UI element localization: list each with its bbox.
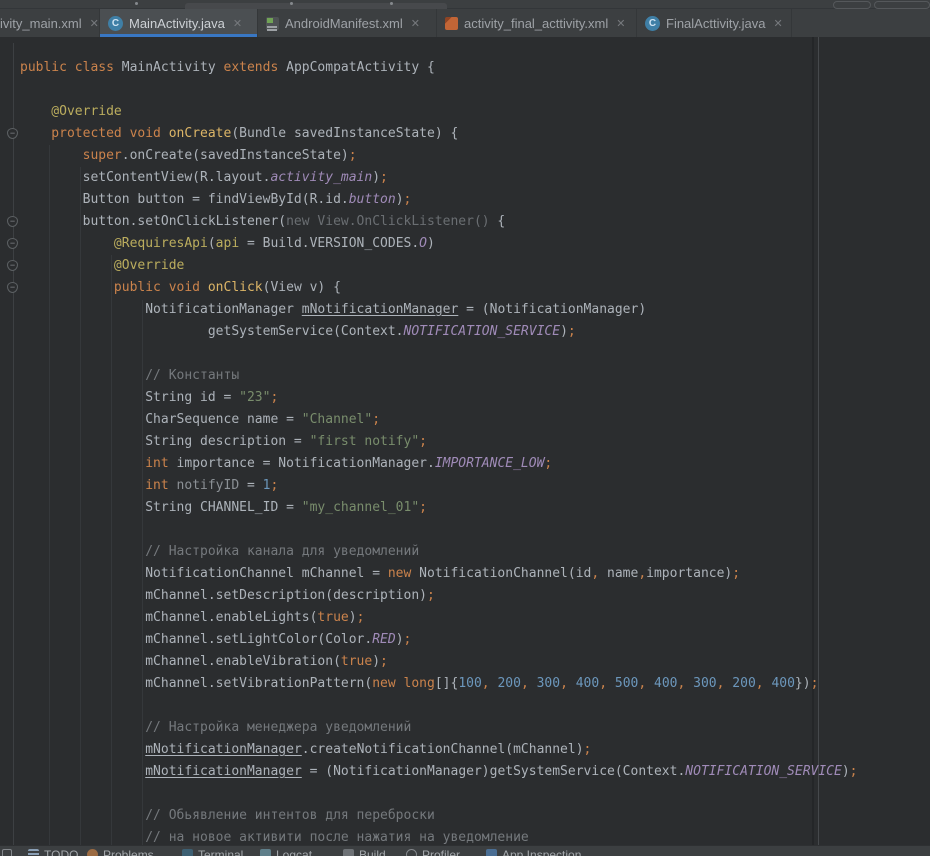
close-icon[interactable]: ✕: [90, 17, 99, 30]
code-line: @Override: [20, 101, 858, 123]
main-toolbar-partial: [0, 0, 930, 9]
code-line: mChannel.setLightColor(Color.RED);: [20, 629, 858, 651]
layout-xml-file-icon: [445, 17, 458, 30]
tab-activity-main-xml[interactable]: ivity_main.xml ✕: [0, 9, 100, 37]
tool-window-bar: TODO Problems Terminal Logcat Build Prof…: [0, 845, 930, 856]
code-editor[interactable]: − − − − − public class MainActivity exte…: [0, 37, 930, 845]
code-line: [20, 783, 858, 805]
code-line: mNotificationManager.createNotificationC…: [20, 739, 858, 761]
code-line: String id = "23";: [20, 387, 858, 409]
code-line: Button button = findViewById(R.id.button…: [20, 189, 858, 211]
fold-marker-icon[interactable]: −: [7, 282, 18, 293]
device-widget-partial[interactable]: [874, 1, 930, 9]
run-widget-partial[interactable]: [833, 1, 871, 9]
code-line: NotificationManager mNotificationManager…: [20, 299, 858, 321]
tab-androidmanifest-xml[interactable]: AndroidManifest.xml ✕: [258, 9, 437, 37]
tab-label: FinalActtivity.java: [666, 16, 765, 31]
code-line: @RequiresApi(api = Build.VERSION_CODES.O…: [20, 233, 858, 255]
tab-label: MainActivity.java: [129, 16, 225, 31]
code-line: [20, 695, 858, 717]
editor-tab-bar: ivity_main.xml ✕ C MainActivity.java ✕ A…: [0, 9, 930, 37]
code-line: // Настройка канала для уведомлений: [20, 541, 858, 563]
toolbar-icon-dot: [290, 2, 293, 5]
tab-finalacttivity-java[interactable]: C FinalActtivity.java ✕: [637, 9, 792, 37]
tab-label: activity_final_acttivity.xml: [464, 16, 608, 31]
tab-activity-final-acttivity-xml[interactable]: activity_final_acttivity.xml ✕: [437, 9, 637, 37]
gutter-fold-line: [13, 43, 14, 845]
code-line: protected void onCreate(Bundle savedInst…: [20, 123, 858, 145]
toolbar-icon-dot: [390, 2, 393, 5]
code-line: int notifyID = 1;: [20, 475, 858, 497]
close-icon[interactable]: ✕: [411, 17, 420, 30]
code-line: public void onClick(View v) {: [20, 277, 858, 299]
code-line: String description = "first notify";: [20, 431, 858, 453]
close-icon[interactable]: ✕: [616, 17, 625, 30]
code-line: [20, 519, 858, 541]
code-line: int importance = NotificationManager.IMP…: [20, 453, 858, 475]
java-class-icon: C: [108, 16, 123, 31]
close-icon[interactable]: ✕: [233, 17, 242, 30]
code-line: [20, 79, 858, 101]
code-line: // Настройка менеджера уведомлений: [20, 717, 858, 739]
fold-marker-icon[interactable]: −: [7, 238, 18, 249]
java-class-icon: C: [645, 16, 660, 31]
code-line: // Обьявление интентов для переброски: [20, 805, 858, 827]
code-line: mChannel.enableVibration(true);: [20, 651, 858, 673]
code-line: getSystemService(Context.NOTIFICATION_SE…: [20, 321, 858, 343]
code-line: mNotificationManager = (NotificationMana…: [20, 761, 858, 783]
code-line: mChannel.setVibrationPattern(new long[]{…: [20, 673, 858, 695]
code-line: button.setOnClickListener(new View.OnCli…: [20, 211, 858, 233]
toolbar-icon-dot: [135, 2, 138, 5]
code-line: // на новое активити после нажатия на ув…: [20, 827, 858, 845]
fold-marker-icon[interactable]: −: [7, 128, 18, 139]
code-line: super.onCreate(savedInstanceState);: [20, 145, 858, 167]
code-line: [20, 343, 858, 365]
tab-label: ivity_main.xml: [0, 16, 82, 31]
code-line: mChannel.enableLights(true);: [20, 607, 858, 629]
tab-mainactivity-java[interactable]: C MainActivity.java ✕: [100, 9, 258, 37]
code-line: // Константы: [20, 365, 858, 387]
code-line: NotificationChannel mChannel = new Notif…: [20, 563, 858, 585]
fold-marker-icon[interactable]: −: [7, 216, 18, 227]
manifest-file-icon: [266, 17, 279, 30]
code-line: @Override: [20, 255, 858, 277]
tab-label: AndroidManifest.xml: [285, 16, 403, 31]
fold-marker-icon[interactable]: −: [7, 260, 18, 271]
close-icon[interactable]: ✕: [773, 17, 782, 30]
code-line: CharSequence name = "Channel";: [20, 409, 858, 431]
code-line: public class MainActivity extends AppCom…: [20, 57, 858, 79]
code-line: mChannel.setDescription(description);: [20, 585, 858, 607]
code-line: setContentView(R.layout.activity_main);: [20, 167, 858, 189]
code-line: String CHANNEL_ID = "my_channel_01";: [20, 497, 858, 519]
code-content[interactable]: public class MainActivity extends AppCom…: [20, 57, 858, 845]
